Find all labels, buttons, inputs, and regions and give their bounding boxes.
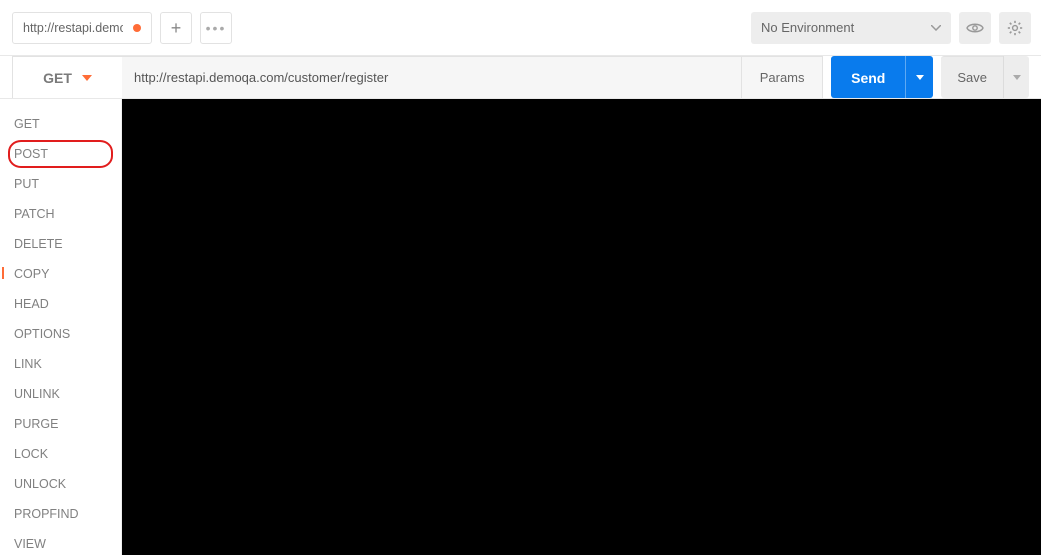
method-item-options[interactable]: OPTIONS xyxy=(0,319,121,349)
sidebar-accent xyxy=(0,99,10,279)
request-tab[interactable]: http://restapi.demoqa xyxy=(12,12,152,44)
method-item-link[interactable]: LINK xyxy=(0,349,121,379)
method-item-lock[interactable]: LOCK xyxy=(0,439,121,469)
method-item-unlink[interactable]: UNLINK xyxy=(0,379,121,409)
method-item-unlock[interactable]: UNLOCK xyxy=(0,469,121,499)
environment-label: No Environment xyxy=(761,20,854,35)
method-item-patch[interactable]: PATCH xyxy=(0,199,121,229)
settings-button[interactable] xyxy=(999,12,1031,44)
save-label: Save xyxy=(941,56,1003,98)
gear-icon xyxy=(1007,20,1023,36)
send-button[interactable]: Send xyxy=(831,56,933,98)
environment-preview-button[interactable] xyxy=(959,12,991,44)
method-item-get[interactable]: GET xyxy=(0,109,121,139)
params-label: Params xyxy=(760,70,805,85)
method-item-copy[interactable]: COPY xyxy=(0,259,121,289)
send-label: Send xyxy=(831,56,905,98)
highlight-ring-icon xyxy=(8,140,113,168)
chevron-down-icon xyxy=(82,75,92,81)
environment-select[interactable]: No Environment xyxy=(751,12,951,44)
response-panel xyxy=(122,99,1041,555)
accent-bar-icon xyxy=(2,267,4,279)
chevron-down-icon xyxy=(1013,75,1021,80)
tab-overflow-button[interactable]: ••• xyxy=(200,12,232,44)
new-tab-button[interactable]: + xyxy=(160,12,192,44)
top-bar: http://restapi.demoqa + ••• No Environme… xyxy=(0,0,1041,56)
eye-icon xyxy=(966,22,984,34)
method-item-post[interactable]: POST xyxy=(0,139,121,169)
params-button[interactable]: Params xyxy=(741,56,823,98)
save-dropdown-button[interactable] xyxy=(1003,56,1029,98)
url-value: http://restapi.demoqa.com/customer/regis… xyxy=(134,70,388,85)
unsaved-dot-icon xyxy=(133,24,141,32)
method-label: GET xyxy=(43,70,72,86)
request-row: GET http://restapi.demoqa.com/customer/r… xyxy=(0,56,1041,99)
method-item-delete[interactable]: DELETE xyxy=(0,229,121,259)
http-method-dropdown: GETPOSTPUTPATCHDELETECOPYHEADOPTIONSLINK… xyxy=(0,99,122,555)
save-button[interactable]: Save xyxy=(941,56,1029,98)
url-input[interactable]: http://restapi.demoqa.com/customer/regis… xyxy=(122,56,741,98)
method-item-head[interactable]: HEAD xyxy=(0,289,121,319)
environment-area: No Environment xyxy=(751,12,1031,44)
chevron-down-icon xyxy=(916,75,924,80)
send-dropdown-button[interactable] xyxy=(905,56,933,98)
http-method-select[interactable]: GET xyxy=(12,56,122,98)
chevron-down-icon xyxy=(931,25,941,31)
body-area: GETPOSTPUTPATCHDELETECOPYHEADOPTIONSLINK… xyxy=(0,99,1041,555)
method-item-propfind[interactable]: PROPFIND xyxy=(0,499,121,529)
method-item-put[interactable]: PUT xyxy=(0,169,121,199)
method-item-purge[interactable]: PURGE xyxy=(0,409,121,439)
tab-strip: http://restapi.demoqa + ••• xyxy=(12,12,751,44)
tab-title: http://restapi.demoqa xyxy=(23,21,123,35)
